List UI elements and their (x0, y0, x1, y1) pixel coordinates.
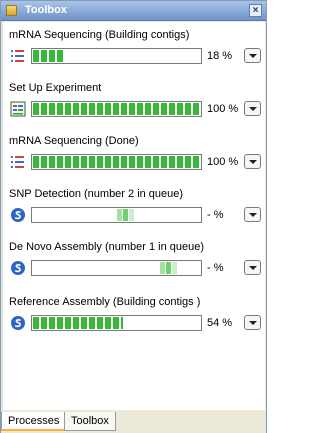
process-title: De Novo Assembly (number 1 in queue) (9, 241, 205, 253)
progress-percent: - % (207, 262, 224, 274)
progress-percent: 18 % (207, 50, 233, 62)
progress-bar (31, 154, 202, 170)
toolbox-icon (6, 5, 17, 16)
close-button[interactable]: × (249, 4, 262, 17)
processes-panel: mRNA Sequencing (Building contigs) 18 % … (2, 22, 265, 410)
progress-fill (33, 156, 200, 168)
progress-percent: - % (207, 209, 224, 221)
process-item: SNP Detection (number 2 in queue) - % (3, 188, 266, 233)
queued-indicator (117, 209, 134, 221)
queued-process-icon (9, 259, 27, 277)
process-item: mRNA Sequencing (Done) 100 % (3, 135, 266, 180)
process-title: Reference Assembly (Building contigs ) (9, 296, 201, 308)
process-menu-button[interactable] (244, 101, 261, 116)
process-title: Set Up Experiment (9, 82, 102, 94)
process-title: mRNA Sequencing (Done) (9, 135, 139, 147)
panel-tabs: Processes Toolbox (1, 411, 266, 433)
progress-fill (33, 317, 123, 329)
progress-percent: 54 % (207, 317, 233, 329)
progress-percent: 100 % (207, 103, 239, 115)
process-menu-button[interactable] (244, 315, 261, 330)
process-item: Reference Assembly (Building contigs ) 5… (3, 296, 266, 341)
toolbox-window: Toolbox × mRNA Sequencing (Building cont… (0, 0, 267, 433)
process-menu-button[interactable] (244, 207, 261, 222)
process-item: De Novo Assembly (number 1 in queue) - % (3, 241, 266, 286)
queued-process-icon (9, 314, 27, 332)
window-title: Toolbox (25, 4, 67, 16)
process-title: SNP Detection (number 2 in queue) (9, 188, 184, 200)
process-menu-button[interactable] (244, 260, 261, 275)
mrna-sequencing-icon (9, 153, 27, 171)
progress-bar (31, 48, 202, 64)
process-menu-button[interactable] (244, 48, 261, 63)
tab-toolbox[interactable]: Toolbox (64, 412, 116, 431)
queued-process-icon (9, 206, 27, 224)
progress-bar (31, 315, 202, 331)
progress-fill (33, 50, 63, 62)
setup-experiment-icon (9, 100, 27, 118)
progress-percent: 100 % (207, 156, 239, 168)
progress-bar (31, 207, 202, 223)
process-menu-button[interactable] (244, 154, 261, 169)
mrna-sequencing-icon (9, 47, 27, 65)
queued-indicator (160, 262, 177, 274)
window-titlebar[interactable]: Toolbox × (1, 1, 266, 21)
process-item: Set Up Experiment 100 % (3, 82, 266, 127)
progress-bar (31, 260, 202, 276)
progress-fill (33, 103, 200, 115)
progress-bar (31, 101, 202, 117)
process-item: mRNA Sequencing (Building contigs) 18 % (3, 29, 266, 74)
process-title: mRNA Sequencing (Building contigs) (9, 29, 190, 41)
tab-processes[interactable]: Processes (1, 412, 67, 431)
